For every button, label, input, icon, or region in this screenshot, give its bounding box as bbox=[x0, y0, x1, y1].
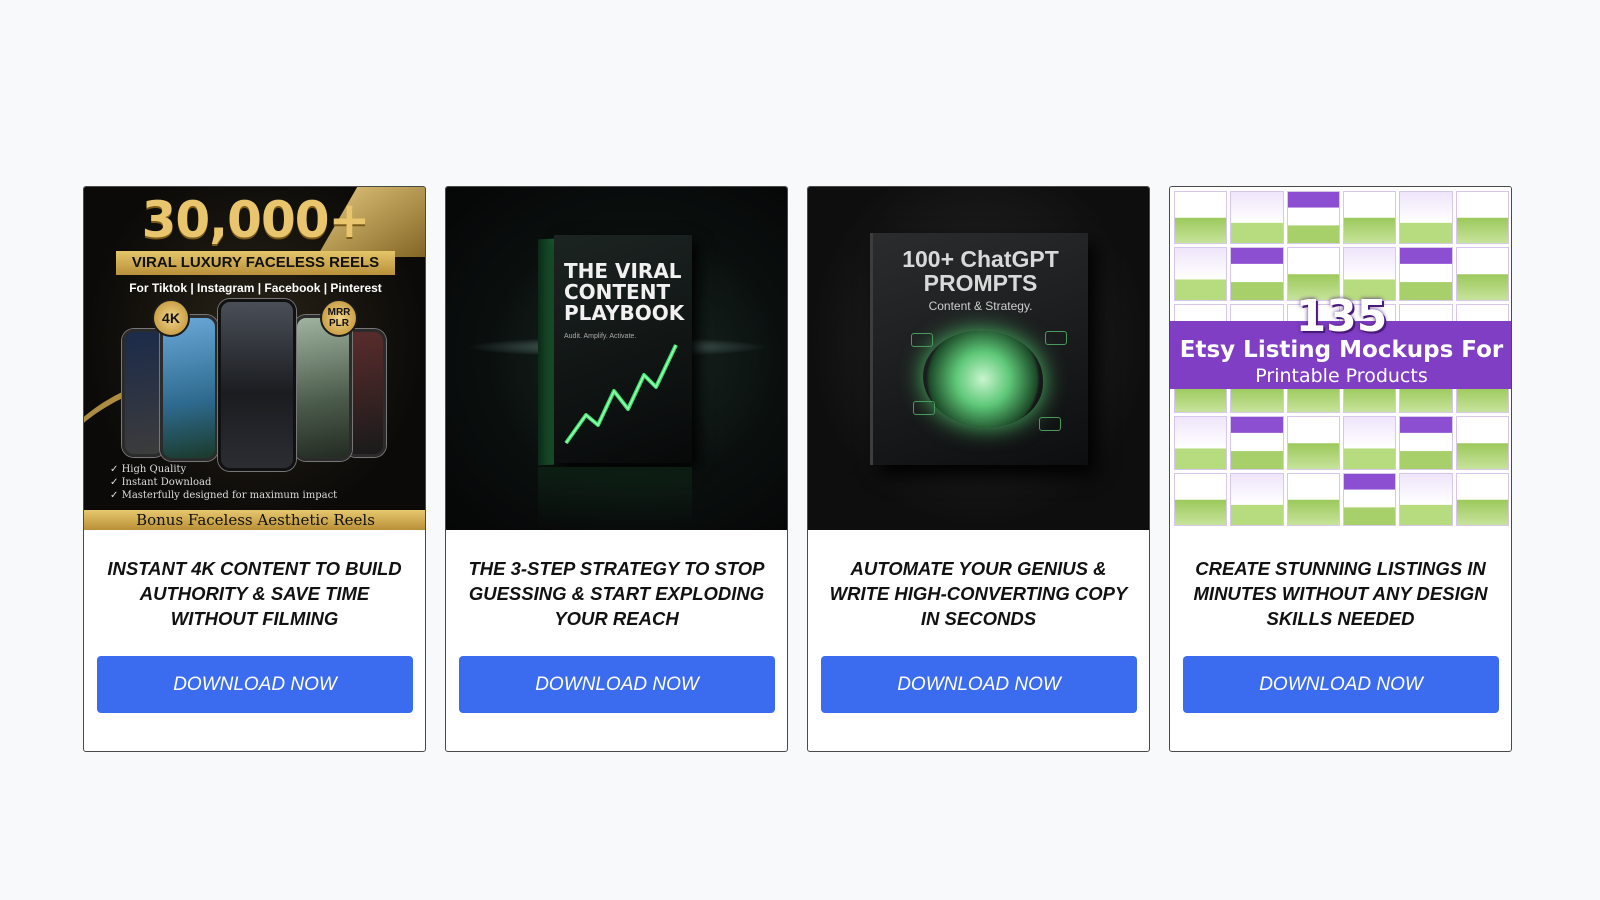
mockup-tile bbox=[1399, 472, 1453, 526]
mockup-tile bbox=[1230, 191, 1284, 245]
book-cover: 100+ ChatGPT PROMPTS Content & Strategy. bbox=[870, 233, 1088, 465]
cover-headline: 30,000+ bbox=[141, 191, 371, 249]
mockup-tile bbox=[1455, 472, 1509, 526]
product-image-playbook[interactable]: THE VIRAL CONTENT PLAYBOOK Audit. Amplif… bbox=[446, 187, 787, 530]
mockup-tile bbox=[1230, 416, 1284, 470]
check-icon: ✓ bbox=[110, 464, 119, 475]
badge-4k: 4K bbox=[152, 299, 190, 337]
mockup-tile bbox=[1399, 416, 1453, 470]
book-reflection bbox=[538, 467, 692, 527]
download-button-prompts[interactable]: DOWNLOAD NOW bbox=[821, 656, 1137, 713]
download-button-reels[interactable]: DOWNLOAD NOW bbox=[97, 656, 413, 713]
mockup-tile bbox=[1455, 191, 1509, 245]
bullet-item: ✓ High Quality bbox=[110, 464, 187, 475]
bullet-item: ✓ Instant Download bbox=[110, 477, 212, 488]
download-button-playbook[interactable]: DOWNLOAD NOW bbox=[459, 656, 775, 713]
cover-platforms: For Tiktok | Instagram | Facebook | Pint… bbox=[129, 281, 382, 295]
product-card-prompts: 100+ ChatGPT PROMPTS Content & Strategy.… bbox=[807, 186, 1150, 752]
product-image-reels[interactable]: 30,000+ VIRAL LUXURY FACELESS REELS For … bbox=[84, 187, 425, 530]
badge-mrr-plr: MRR PLR bbox=[320, 299, 358, 337]
mockup-tile bbox=[1399, 191, 1453, 245]
mockup-tile bbox=[1230, 472, 1284, 526]
chat-bubble-icon bbox=[1039, 417, 1061, 431]
check-icon: ✓ bbox=[110, 490, 119, 501]
product-grid: 30,000+ VIRAL LUXURY FACELESS REELS For … bbox=[83, 186, 1513, 752]
mockup-tile bbox=[1174, 472, 1228, 526]
book-subtitle: Content & Strategy. bbox=[928, 299, 1033, 313]
download-button-etsy[interactable]: DOWNLOAD NOW bbox=[1183, 656, 1499, 713]
mockup-tile bbox=[1286, 191, 1340, 245]
mockup-tile bbox=[1455, 416, 1509, 470]
mockup-tile bbox=[1286, 472, 1340, 526]
cover-footer: Bonus Faceless Aesthetic Reels bbox=[84, 510, 425, 530]
cover-number: 135 bbox=[1295, 291, 1388, 342]
product-card-reels: 30,000+ VIRAL LUXURY FACELESS REELS For … bbox=[83, 186, 426, 752]
mockup-tile bbox=[1342, 191, 1397, 245]
product-caption: AUTOMATE YOUR GENIUS & WRITE HIGH-CONVER… bbox=[829, 558, 1128, 629]
mockup-tile bbox=[1286, 416, 1340, 470]
product-image-etsy[interactable]: 135 Etsy Listing Mockups For Printable P… bbox=[1170, 187, 1511, 530]
check-icon: ✓ bbox=[110, 477, 119, 488]
cover-ribbon: VIRAL LUXURY FACELESS REELS bbox=[116, 251, 395, 275]
bullet-item: ✓ Masterfully designed for maximum impac… bbox=[110, 490, 338, 501]
mockup-tile bbox=[1342, 472, 1397, 526]
phone-mockup bbox=[294, 315, 352, 461]
cover-title-line2: Printable Products bbox=[1255, 365, 1428, 387]
product-image-prompts[interactable]: 100+ ChatGPT PROMPTS Content & Strategy. bbox=[808, 187, 1149, 530]
cover-title-line1: Etsy Listing Mockups For bbox=[1179, 337, 1504, 363]
product-card-etsy: 135 Etsy Listing Mockups For Printable P… bbox=[1169, 186, 1512, 752]
brain-icon bbox=[923, 331, 1043, 427]
cover-bullets: ✓ High Quality ✓ Instant Download ✓ Mast… bbox=[110, 463, 337, 502]
book-title: 100+ ChatGPT PROMPTS bbox=[902, 246, 1059, 296]
chat-bubble-icon bbox=[1045, 331, 1067, 345]
phone-mockup bbox=[218, 299, 296, 471]
product-card-playbook: THE VIRAL CONTENT PLAYBOOK Audit. Amplif… bbox=[445, 186, 788, 752]
product-caption: INSTANT 4K CONTENT TO BUILD AUTHORITY & … bbox=[107, 558, 402, 629]
mockup-tile bbox=[1342, 416, 1397, 470]
product-caption: CREATE STUNNING LISTINGS IN MINUTES WITH… bbox=[1193, 558, 1488, 629]
mockup-tile bbox=[1174, 191, 1228, 245]
mockup-tile bbox=[1174, 416, 1228, 470]
chat-bubble-icon bbox=[913, 401, 935, 415]
chat-bubble-icon bbox=[911, 333, 933, 347]
product-caption: THE 3-STEP STRATEGY TO STOP GUESSING & S… bbox=[468, 558, 765, 629]
